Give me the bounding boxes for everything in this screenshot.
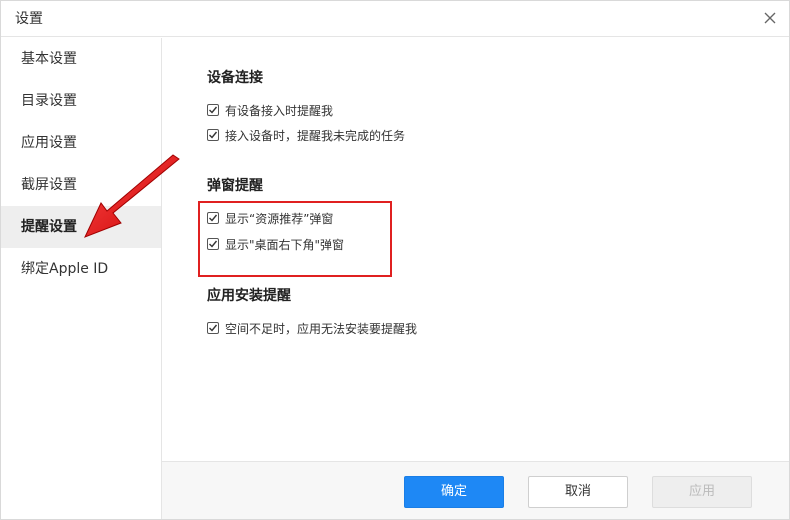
checkmark-icon [209, 106, 218, 114]
title-bar: 设置 [1, 1, 789, 37]
section-title-device: 设备连接 [207, 70, 263, 86]
checkbox[interactable] [207, 129, 219, 141]
settings-content: 设备连接 有设备接入时提醒我 接入设备时，提醒我未完成的任务 弹窗提醒 显示“资… [162, 38, 789, 461]
checkmark-icon [209, 324, 218, 332]
option-space-insufficient-remind[interactable]: 空间不足时，应用无法安装要提醒我 [207, 319, 417, 337]
sidebar-item-apple-id[interactable]: 绑定Apple ID [1, 248, 161, 290]
annotation-highlight-box [198, 201, 392, 277]
sidebar-nav: 基本设置 目录设置 应用设置 截屏设置 提醒设置 绑定Apple ID [1, 38, 162, 519]
ok-button[interactable]: 确定 [404, 476, 504, 508]
option-label: 空间不足时，应用无法安装要提醒我 [225, 321, 418, 336]
close-icon[interactable] [761, 9, 779, 27]
section-title-install: 应用安装提醒 [207, 288, 291, 304]
sidebar-item-directory[interactable]: 目录设置 [1, 80, 161, 122]
checkbox[interactable] [207, 104, 219, 116]
cancel-button[interactable]: 取消 [528, 476, 628, 508]
window-title: 设置 [15, 11, 43, 27]
apply-button[interactable]: 应用 [652, 476, 752, 508]
option-unfinished-tasks-remind[interactable]: 接入设备时，提醒我未完成的任务 [207, 126, 405, 144]
option-device-connect-remind[interactable]: 有设备接入时提醒我 [207, 101, 333, 119]
sidebar-item-apps[interactable]: 应用设置 [1, 122, 161, 164]
sidebar-item-reminder[interactable]: 提醒设置 [1, 206, 161, 248]
settings-dialog: 设置 基本设置 目录设置 应用设置 截屏设置 提醒设置 绑定Apple ID 设… [0, 0, 790, 520]
sidebar-item-screenshot[interactable]: 截屏设置 [1, 164, 161, 206]
checkmark-icon [209, 131, 218, 139]
dialog-footer: 确定 取消 应用 [162, 461, 789, 519]
option-label: 接入设备时，提醒我未完成的任务 [225, 128, 406, 143]
option-label: 有设备接入时提醒我 [225, 103, 334, 118]
checkbox[interactable] [207, 322, 219, 334]
section-title-popup: 弹窗提醒 [207, 178, 263, 194]
sidebar-item-basic[interactable]: 基本设置 [1, 38, 161, 80]
